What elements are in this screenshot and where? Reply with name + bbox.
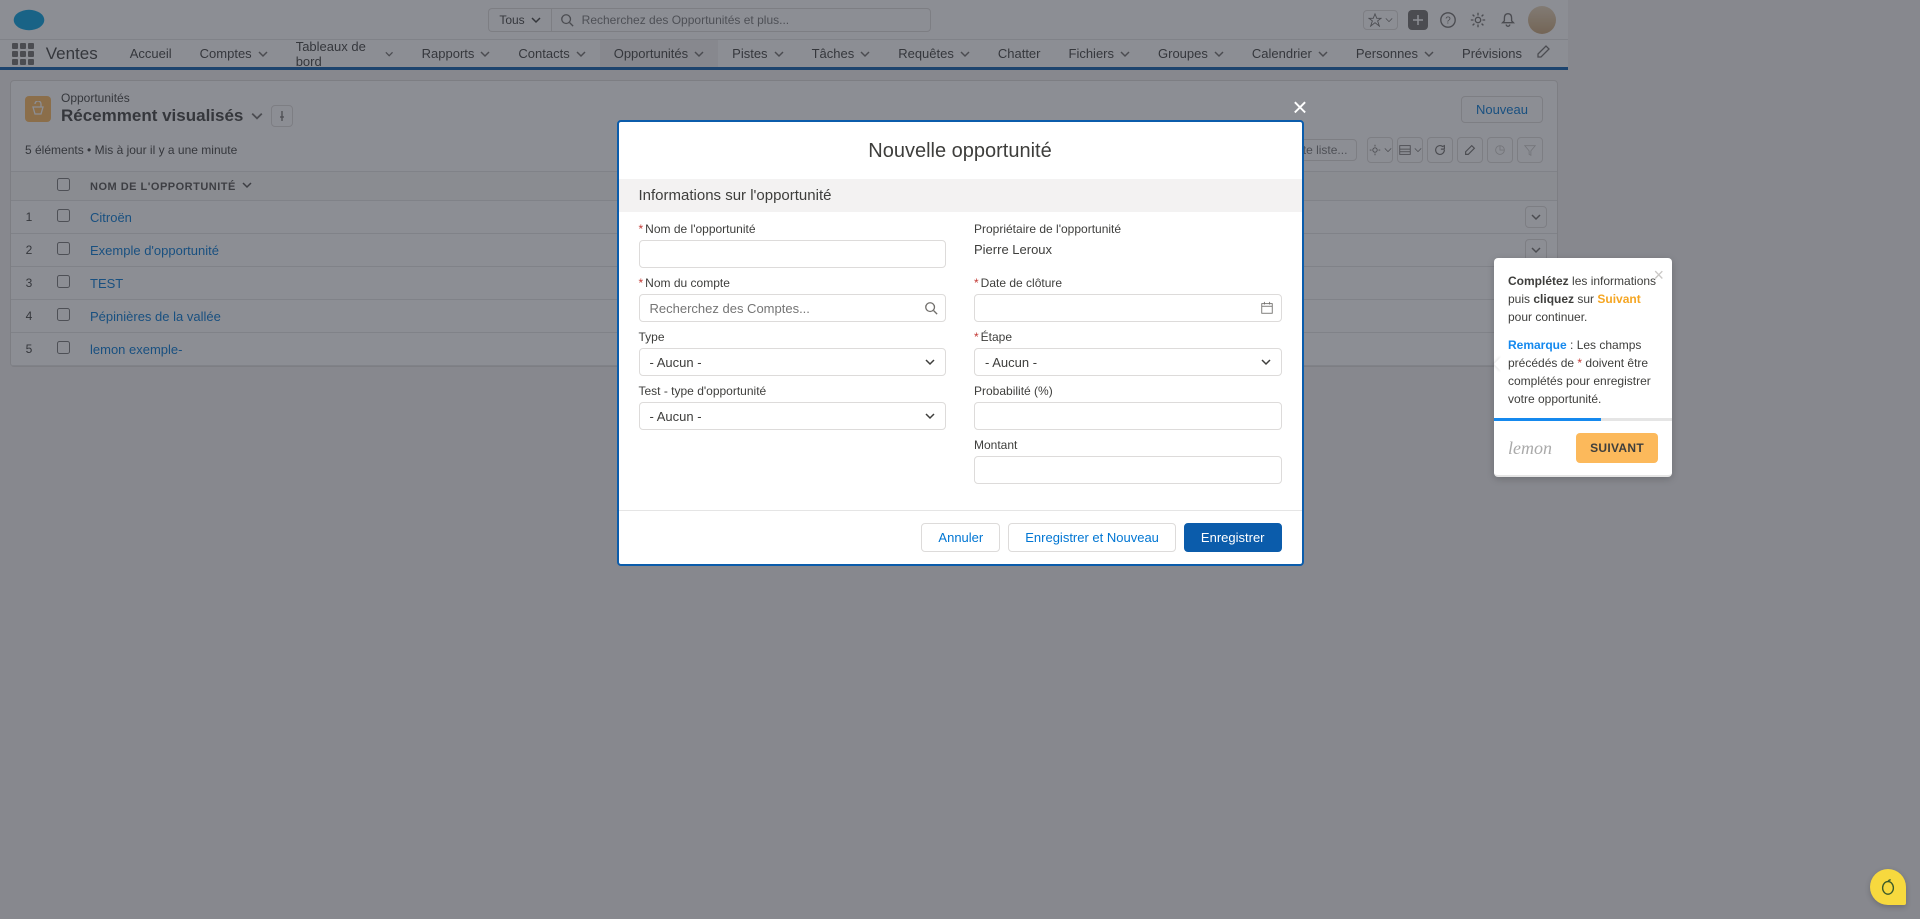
chevron-down-icon bbox=[925, 411, 935, 421]
walkthrough-tooltip: × Complétez les informations puis clique… bbox=[1494, 258, 1672, 477]
tooltip-progress bbox=[1494, 418, 1672, 421]
name-input[interactable] bbox=[639, 240, 947, 268]
name-label: *Nom de l'opportunité bbox=[639, 222, 947, 236]
tooltip-text-2: Remarque : Les champs précédés de * doiv… bbox=[1508, 336, 1658, 408]
chevron-down-icon bbox=[1261, 357, 1271, 367]
type-select[interactable]: - Aucun - bbox=[639, 348, 947, 376]
new-opportunity-modal: × Nouvelle opportunité Informations sur … bbox=[617, 120, 1304, 566]
test-type-label: Test - type d'opportunité bbox=[639, 384, 947, 398]
save-and-new-button[interactable]: Enregistrer et Nouveau bbox=[1008, 523, 1176, 552]
save-button[interactable]: Enregistrer bbox=[1184, 523, 1282, 552]
account-label: *Nom du compte bbox=[639, 276, 947, 290]
close-date-label: *Date de clôture bbox=[974, 276, 1282, 290]
modal-section-heading: Informations sur l'opportunité bbox=[619, 179, 1302, 212]
lemon-icon bbox=[1879, 878, 1897, 896]
probability-label: Probabilité (%) bbox=[974, 384, 1282, 398]
amount-input[interactable] bbox=[974, 456, 1282, 484]
probability-input[interactable] bbox=[974, 402, 1282, 430]
lemon-logo: lemon bbox=[1508, 438, 1552, 459]
modal-title: Nouvelle opportunité bbox=[619, 122, 1302, 179]
close-button[interactable]: × bbox=[1292, 92, 1307, 123]
next-button[interactable]: SUIVANT bbox=[1576, 433, 1658, 463]
cancel-button[interactable]: Annuler bbox=[921, 523, 1000, 552]
chevron-down-icon bbox=[925, 357, 935, 367]
test-type-select[interactable]: - Aucun - bbox=[639, 402, 947, 430]
close-date-input[interactable] bbox=[974, 294, 1282, 322]
stage-select[interactable]: - Aucun - bbox=[974, 348, 1282, 376]
calendar-icon[interactable] bbox=[1260, 301, 1274, 315]
stage-label: *Étape bbox=[974, 330, 1282, 344]
help-bubble[interactable] bbox=[1870, 869, 1906, 905]
account-lookup-input[interactable] bbox=[639, 294, 947, 322]
tooltip-text-1: Complétez les informations puis cliquez … bbox=[1508, 272, 1658, 326]
owner-value: Pierre Leroux bbox=[974, 240, 1282, 257]
amount-label: Montant bbox=[974, 438, 1282, 452]
tooltip-close-button[interactable]: × bbox=[1653, 266, 1664, 284]
modal-footer: Annuler Enregistrer et Nouveau Enregistr… bbox=[619, 510, 1302, 564]
search-icon bbox=[924, 301, 938, 315]
type-label: Type bbox=[639, 330, 947, 344]
owner-label: Propriétaire de l'opportunité bbox=[974, 222, 1282, 236]
modal-body: *Nom de l'opportunité Propriétaire de l'… bbox=[619, 212, 1302, 510]
